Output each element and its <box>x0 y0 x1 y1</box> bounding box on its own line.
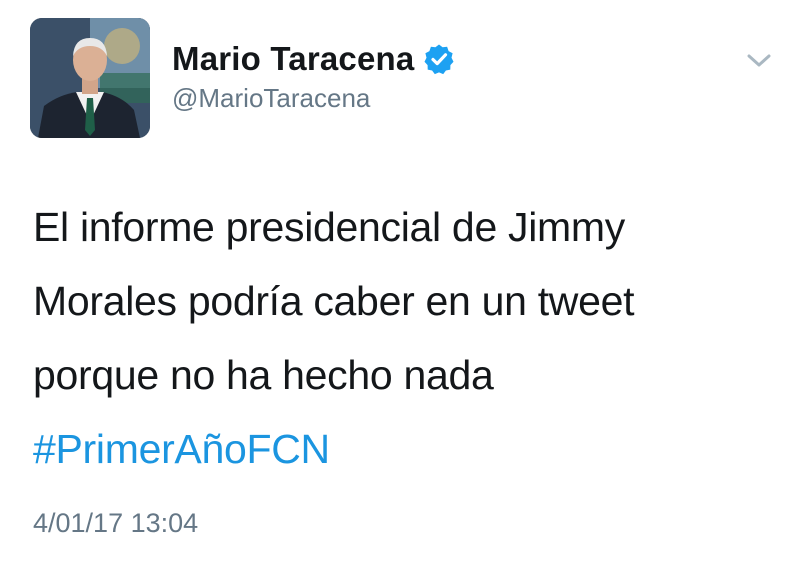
tweet-card: Mario Taracena @MarioTaracena El informe… <box>0 0 800 562</box>
user-handle[interactable]: @MarioTaracena <box>172 83 370 114</box>
tweet-text-line: Morales podría caber en un tweet <box>33 278 635 324</box>
verified-badge-icon <box>423 43 455 75</box>
chevron-down-icon[interactable] <box>742 48 776 72</box>
tweet-text-line: El informe presidencial de Jimmy <box>33 204 625 250</box>
tweet-timestamp[interactable]: 4/01/17 13:04 <box>33 508 198 539</box>
tweet-text-line: porque no ha hecho nada <box>33 352 494 398</box>
hashtag-link[interactable]: #PrimerAñoFCN <box>33 412 773 486</box>
tweet-text: El informe presidencial de Jimmy Morales… <box>33 190 773 486</box>
avatar-photo <box>30 18 150 138</box>
author-row: Mario Taracena <box>172 38 455 80</box>
display-name[interactable]: Mario Taracena <box>172 40 414 78</box>
avatar[interactable] <box>30 18 150 138</box>
